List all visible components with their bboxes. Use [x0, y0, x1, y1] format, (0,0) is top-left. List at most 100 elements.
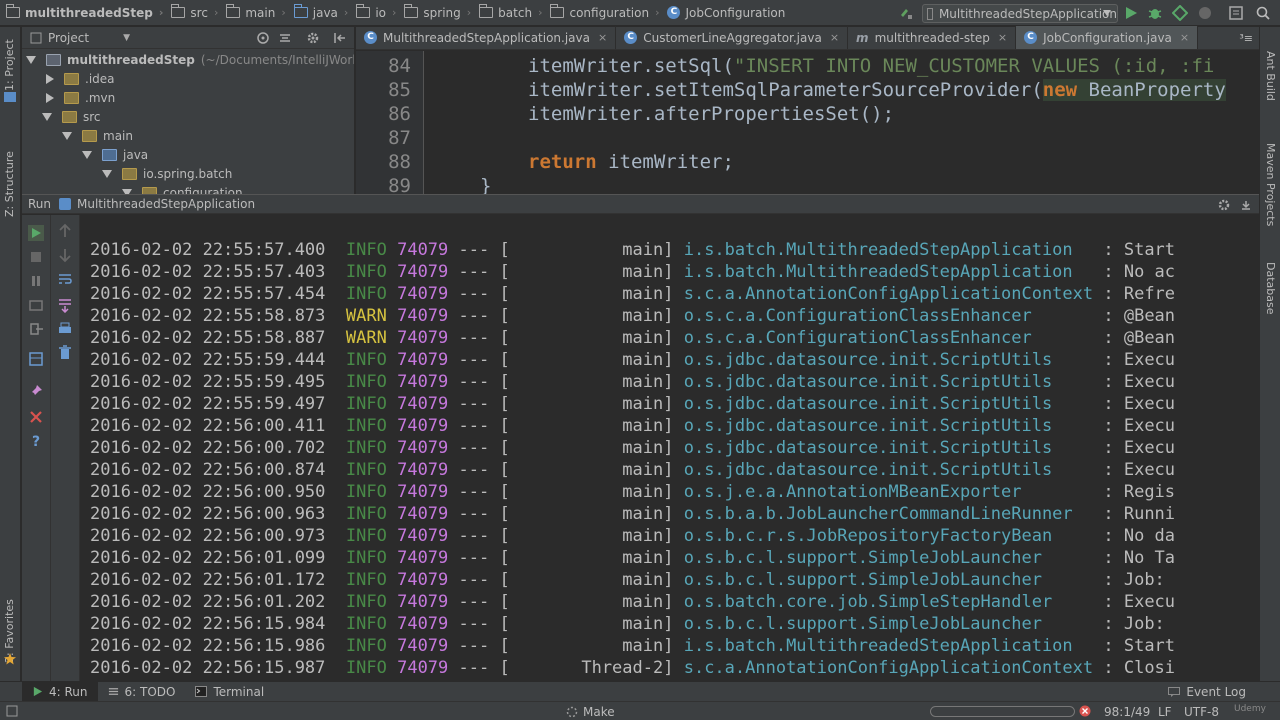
console-line: 2016-02-02 22:55:57.403 INFO 74079 --- […	[90, 262, 1176, 282]
console-line: 2016-02-02 22:56:00.950 INFO 74079 --- […	[90, 482, 1176, 502]
scroll-from-source-icon[interactable]	[256, 31, 270, 45]
pause-icon[interactable]	[28, 273, 44, 289]
print-icon[interactable]	[57, 321, 73, 337]
right-tool-strip: Ant Build Maven Projects Database	[1259, 27, 1280, 681]
tree-item-root[interactable]: multithreadedStep (~/Documents/IntelliJW…	[26, 50, 354, 69]
close-icon[interactable]: ×	[830, 31, 839, 44]
breadcrumb-main[interactable]: main ›	[226, 4, 293, 20]
project-view-selector[interactable]: Project	[48, 31, 89, 45]
gear-icon[interactable]	[1217, 198, 1231, 212]
close-icon[interactable]: ×	[998, 31, 1007, 44]
line-separator[interactable]: LF	[1158, 705, 1172, 719]
run-icon[interactable]	[1123, 5, 1139, 21]
log-level: INFO	[345, 262, 387, 282]
tab-event-log[interactable]: Event Log	[1158, 682, 1256, 702]
close-icon[interactable]: ×	[1180, 31, 1189, 44]
maven-projects-tool-tab[interactable]: Maven Projects	[1264, 143, 1277, 226]
tab-label: Event Log	[1186, 684, 1246, 699]
structure-tool-tab[interactable]: Z: Structure	[3, 151, 16, 217]
log-pid: 74079	[397, 306, 449, 326]
log-message: : Execu	[1103, 592, 1176, 612]
breadcrumb-io[interactable]: io ›	[356, 4, 404, 20]
ant-build-tool-tab[interactable]: Ant Build	[1264, 51, 1277, 101]
log-timestamp: 2016-02-02 22:55:57.400	[90, 240, 326, 260]
tree-item-configuration[interactable]: configuration	[122, 183, 243, 194]
tab-overflow-menu[interactable]: ³≡	[1239, 32, 1253, 45]
caret-position[interactable]: 98:1/49	[1104, 705, 1150, 719]
package-icon	[122, 167, 137, 180]
breadcrumb-batch[interactable]: batch ›	[479, 4, 550, 20]
stop-icon[interactable]	[28, 249, 44, 265]
gear-icon[interactable]	[306, 31, 320, 45]
collapse-all-icon[interactable]	[278, 31, 292, 45]
layout-icon[interactable]	[28, 351, 44, 367]
breadcrumb-java[interactable]: java ›	[293, 4, 357, 20]
trash-icon[interactable]	[57, 345, 73, 361]
stop-icon[interactable]	[1197, 5, 1213, 21]
close-icon[interactable]: ×	[598, 31, 607, 44]
tree-item-main[interactable]: main	[62, 126, 133, 145]
arrow-down-icon[interactable]	[57, 247, 73, 263]
breadcrumb-configuration[interactable]: configuration ›	[550, 4, 667, 20]
tree-item-io-spring-batch[interactable]: io.spring.batch	[102, 164, 232, 183]
build-icon[interactable]	[898, 5, 914, 21]
folder-icon	[82, 129, 97, 142]
cancel-icon[interactable]	[1079, 705, 1091, 717]
search-icon[interactable]	[1255, 5, 1271, 21]
tree-item-label: .idea	[85, 71, 115, 86]
database-tool-tab[interactable]: Database	[1264, 262, 1277, 315]
arrow-up-icon[interactable]	[57, 223, 73, 239]
tree-item-mvn[interactable]: .mvn	[44, 88, 115, 107]
run-tab-label[interactable]: MultithreadedStepApplication	[77, 197, 255, 211]
dump-threads-icon[interactable]	[28, 297, 44, 313]
log-logger: o.s.b.c.l.support.SimpleJobLauncher	[683, 614, 1042, 634]
run-config-label: MultithreadedStepApplication	[938, 6, 1117, 21]
tab-multithreadedstepapplication[interactable]: C MultithreadedStepApplication.java ×	[356, 26, 617, 49]
soft-wrap-icon[interactable]	[57, 271, 73, 287]
chevron-down-icon[interactable]: ▼	[123, 33, 130, 43]
chevron-right-icon: ›	[281, 6, 286, 19]
close-icon[interactable]	[28, 409, 44, 425]
tree-item-src[interactable]: src	[42, 107, 101, 126]
rerun-icon[interactable]	[28, 225, 44, 241]
hide-panel-icon[interactable]	[333, 31, 347, 45]
project-tool-tab[interactable]: 1: Project	[3, 39, 16, 91]
console-output[interactable]: 2016-02-02 22:55:57.400 INFO 74079 --- […	[81, 215, 1259, 681]
breadcrumb-src[interactable]: src ›	[171, 4, 226, 20]
project-panel-header: Project ▼	[22, 27, 354, 49]
log-timestamp: 2016-02-02 22:55:57.403	[90, 262, 326, 282]
scroll-to-end-icon[interactable]	[57, 297, 73, 313]
debug-icon[interactable]	[1147, 5, 1163, 21]
tab-todo[interactable]: 6: TODO	[98, 682, 186, 702]
code-editor[interactable]: 84 85 86 87 88 89 itemWriter.setSql("INS…	[356, 51, 1259, 194]
tab-jobconfiguration[interactable]: C JobConfiguration.java ×	[1016, 26, 1199, 49]
log-thread: main	[622, 636, 664, 656]
breadcrumb-project[interactable]: multithreadedStep ›	[6, 4, 171, 20]
log-message: : Execu	[1103, 394, 1176, 414]
breadcrumb-spring[interactable]: spring ›	[404, 4, 479, 20]
tab-multithreaded-step[interactable]: m multithreaded-step ×	[848, 26, 1017, 49]
coverage-icon[interactable]	[1172, 5, 1188, 21]
class-icon: C	[364, 31, 377, 44]
log-logger: o.s.b.c.l.support.SimpleJobLauncher	[683, 570, 1042, 590]
tree-item-java[interactable]: java	[82, 145, 148, 164]
run-configuration-dropdown[interactable]: MultithreadedStepApplication	[922, 4, 1118, 23]
breadcrumb-jobconfiguration[interactable]: C JobConfiguration	[667, 6, 785, 20]
project-structure-icon[interactable]	[1228, 5, 1244, 21]
hide-panel-icon[interactable]	[1239, 198, 1253, 212]
tab-terminal[interactable]: Terminal	[185, 682, 274, 702]
tab-customerlineaggregator[interactable]: C CustomerLineAggregator.java ×	[616, 26, 849, 49]
run-toolbar: ?	[22, 215, 51, 681]
log-thread: main	[622, 416, 664, 436]
log-pid: 74079	[397, 284, 449, 304]
pin-icon[interactable]	[28, 383, 44, 399]
collapsed-arrow-icon	[46, 92, 54, 103]
editor-tabs: C MultithreadedStepApplication.java × C Cus…	[356, 26, 1259, 50]
file-encoding[interactable]: UTF-8	[1184, 705, 1219, 719]
tool-windows-icon[interactable]	[6, 705, 18, 717]
exit-icon[interactable]	[28, 321, 44, 337]
todo-icon	[108, 688, 118, 695]
tree-item-idea[interactable]: .idea	[44, 69, 115, 88]
help-icon[interactable]: ?	[28, 433, 44, 449]
tab-run[interactable]: 4: Run	[22, 681, 98, 702]
